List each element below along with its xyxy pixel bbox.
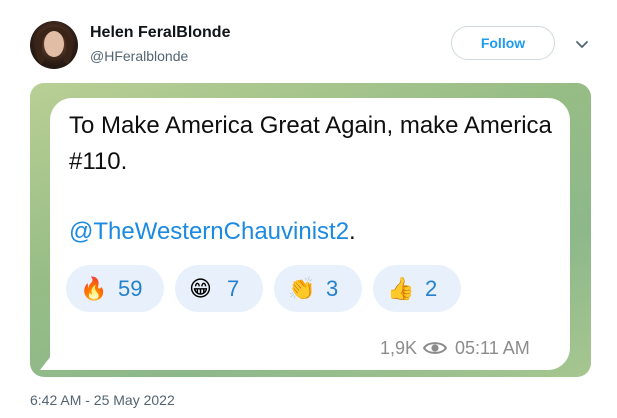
thumbs-up-icon: 👍 [387,275,415,301]
message-time: 05:11 AM [455,337,530,358]
reaction-fire[interactable]: 🔥 59 [66,265,164,312]
tweet-timestamp[interactable]: 6:42 AM - 25 May 2022 [30,392,175,408]
reaction-count: 2 [425,275,438,301]
reaction-count: 59 [118,275,143,301]
reaction-count: 7 [227,275,240,301]
grin-icon: 😁 [189,275,212,301]
message-text: To Make America Great Again, make Americ… [69,112,552,175]
chevron-down-icon[interactable] [574,36,590,52]
reaction-count: 3 [326,275,339,301]
message-meta: 1,9K 05:11 AM [380,336,560,360]
tweet-header: Helen FeralBlonde @HFeralblonde Follow [0,0,617,80]
clap-icon: 👏 [288,275,316,301]
mention-suffix: . [349,218,356,245]
mention-line: @TheWesternChauvinist2. [69,218,356,246]
view-count: 1,9K [380,337,418,358]
reaction-thumbs-up[interactable]: 👍 2 [373,265,461,312]
fire-icon: 🔥 [80,275,108,301]
reaction-clap[interactable]: 👏 3 [274,265,362,312]
avatar-face [44,31,64,57]
mention-link[interactable]: @TheWesternChauvinist2 [69,218,349,245]
author-name[interactable]: Helen FeralBlonde [90,24,230,42]
author-handle[interactable]: @HFeralblonde [90,48,188,64]
avatar[interactable] [30,21,78,69]
reaction-grin[interactable]: 😁 7 [175,265,263,312]
follow-button[interactable]: Follow [451,26,555,60]
eye-icon [423,342,448,354]
